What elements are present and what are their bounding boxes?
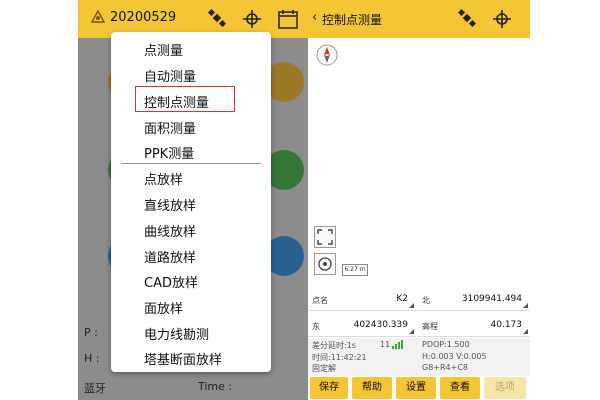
point-name-field[interactable]: 点名 K2	[308, 288, 416, 311]
time-value: 时间:11:42:21	[312, 353, 367, 362]
save-button[interactable]: 保存	[310, 377, 348, 399]
menu-item-cad-stakeout[interactable]: CAD放样	[111, 268, 271, 292]
hv-precision: H:0.003 V:0.005	[422, 352, 487, 361]
menu-item-curve-stakeout[interactable]: 曲线放样	[111, 217, 271, 241]
satellite-icon[interactable]	[208, 9, 226, 27]
status-panel: 差分延时:1s 11 时间:11:42:21 固定解 PDOP:1.500 H:…	[308, 338, 530, 376]
elevation-value: 40.173	[490, 320, 523, 330]
dropdown-corner-icon	[409, 303, 414, 308]
menu-item-auto-measure[interactable]: 自动测量	[111, 62, 271, 86]
elevation-field[interactable]: 高程 40.173	[418, 314, 530, 337]
menu-item-line-stakeout[interactable]: 直线放样	[111, 191, 271, 215]
satellite-icon[interactable]	[458, 9, 476, 27]
menu-item-ppk-measure[interactable]: PPK测量	[111, 139, 271, 163]
locate-icon	[318, 257, 332, 271]
menu-item-surface-stakeout[interactable]: 面放样	[111, 294, 271, 318]
constellations: G8+R4+C8	[422, 363, 469, 372]
dropdown-corner-icon	[409, 329, 414, 334]
highlight-box	[135, 86, 235, 112]
map-view[interactable]	[308, 38, 530, 284]
menu-divider	[121, 163, 261, 164]
fix-status: 固定解	[312, 364, 336, 373]
menu-item-power-line-survey[interactable]: 电力线勘测	[111, 320, 271, 344]
north-field[interactable]: 北 3109941.494	[418, 288, 530, 311]
dropdown-corner-icon	[523, 329, 528, 334]
menu-item-road-stakeout[interactable]: 道路放样	[111, 243, 271, 267]
solution-age: 差分延时:1s	[312, 341, 356, 350]
expand-icon	[317, 229, 333, 245]
fullscreen-button[interactable]	[314, 226, 336, 248]
satellite-count: 11	[380, 340, 391, 349]
east-label: 东	[312, 322, 320, 331]
gps-crosshair-icon[interactable]	[493, 10, 511, 28]
project-name: 20200529	[110, 10, 177, 25]
settings-button[interactable]: 设置	[396, 377, 436, 399]
elevation-label: 高程	[422, 322, 438, 331]
menu-item-point-stakeout[interactable]: 点放样	[111, 165, 271, 189]
signal-bars-icon	[392, 340, 403, 349]
dropdown-corner-icon	[523, 303, 528, 308]
menu-item-tower-section-stakeout[interactable]: 塔基断面放样	[111, 345, 271, 369]
back-button[interactable]: ‹	[312, 10, 317, 25]
menu-item-area-measure[interactable]: 面积测量	[111, 114, 271, 138]
gps-crosshair-icon[interactable]	[243, 10, 261, 28]
right-screen: ‹ 控制点测量 6.27 m 点名 K2 北 3109941.494 东 402…	[308, 0, 530, 400]
scale-bar: 6.27 m	[342, 264, 368, 276]
pdop-value: PDOP:1.500	[422, 340, 470, 349]
help-button[interactable]: 帮助	[352, 377, 392, 399]
locate-button[interactable]	[314, 253, 336, 275]
measure-menu: 点测量 自动测量 控制点测量 面积测量 PPK测量 点放样 直线放样 曲线放样 …	[111, 32, 271, 372]
project-icon[interactable]	[91, 10, 105, 24]
point-name-value: K2	[396, 294, 408, 304]
right-header: ‹ 控制点测量	[308, 0, 530, 38]
options-button[interactable]: 选项	[484, 377, 526, 399]
calendar-icon[interactable]	[278, 9, 298, 29]
page-title: 控制点测量	[322, 13, 383, 27]
north-value: 3109941.494	[461, 294, 522, 304]
compass-icon[interactable]	[316, 44, 338, 66]
menu-item-point-measure[interactable]: 点测量	[111, 36, 271, 60]
east-field[interactable]: 东 402430.339	[308, 314, 416, 337]
point-name-label: 点名	[312, 296, 328, 305]
north-label: 北	[422, 296, 430, 305]
east-value: 402430.339	[353, 320, 408, 330]
view-button[interactable]: 查看	[440, 377, 480, 399]
